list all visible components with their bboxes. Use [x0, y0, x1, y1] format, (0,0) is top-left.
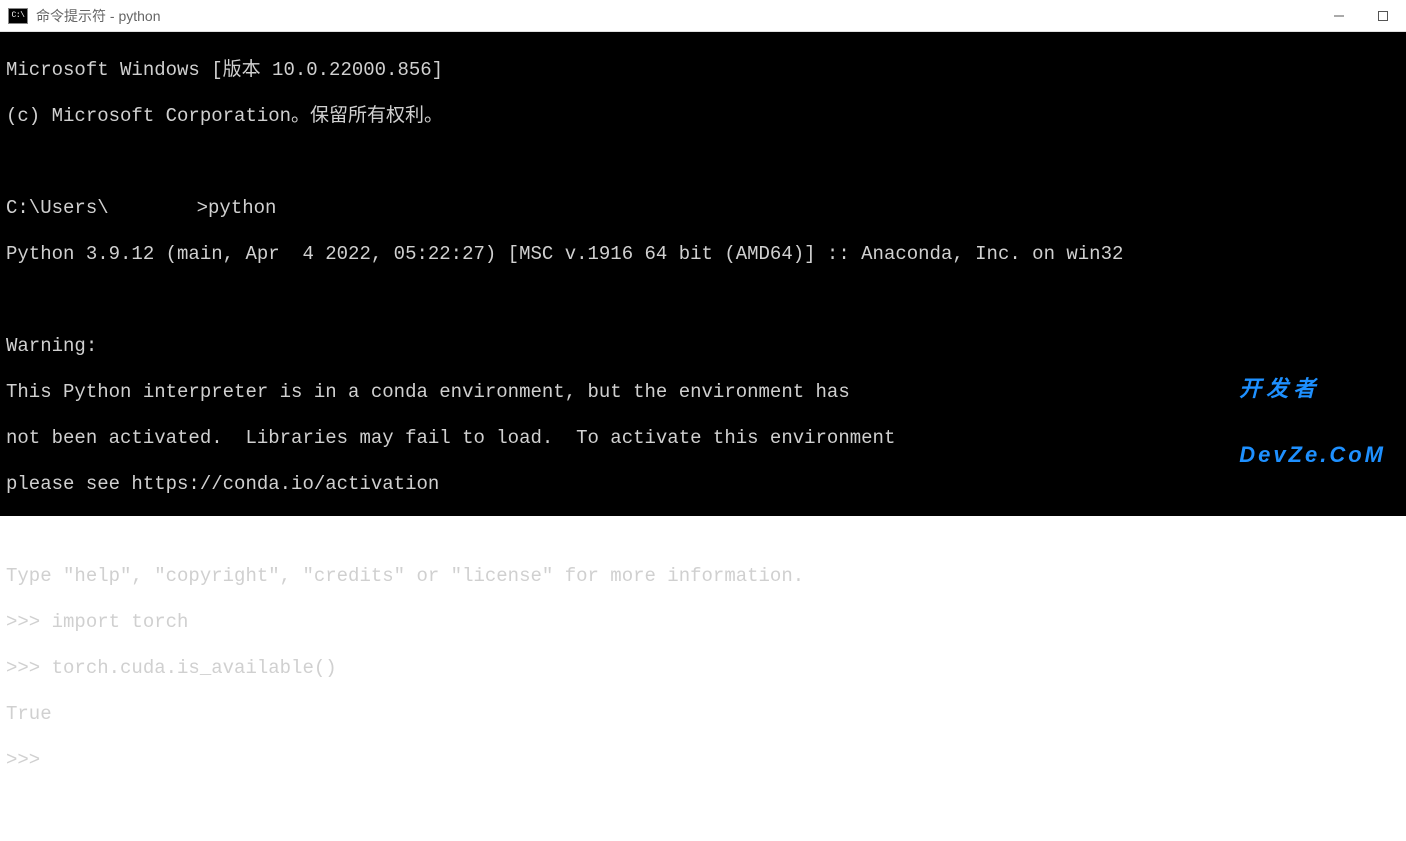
terminal-empty-line: [6, 519, 1400, 542]
terminal-line: Warning:: [6, 335, 1400, 358]
window-titlebar: C:\ 命令提示符 - python: [0, 0, 1406, 32]
watermark: 开发者 DevZe.CoM: [1239, 334, 1386, 510]
terminal-line: please see https://conda.io/activation: [6, 473, 1400, 496]
terminal-line: >>>: [6, 749, 1400, 772]
maximize-button[interactable]: [1376, 9, 1390, 23]
terminal-empty-line: [6, 151, 1400, 174]
terminal-line: Python 3.9.12 (main, Apr 4 2022, 05:22:2…: [6, 243, 1400, 266]
window-title: 命令提示符 - python: [36, 6, 1332, 26]
cmd-icon: C:\: [8, 8, 28, 24]
terminal-output[interactable]: Microsoft Windows [版本 10.0.22000.856] (c…: [0, 32, 1406, 516]
terminal-prompt-line: C:\Users\ >python: [6, 197, 1400, 220]
terminal-line: This Python interpreter is in a conda en…: [6, 381, 1400, 404]
terminal-line: >>> torch.cuda.is_available(): [6, 657, 1400, 680]
window-controls: [1332, 9, 1390, 23]
prompt-command: >python: [197, 197, 277, 219]
minimize-button[interactable]: [1332, 9, 1346, 23]
watermark-line1: 开发者: [1239, 378, 1386, 400]
terminal-empty-line: [6, 289, 1400, 312]
terminal-line: Microsoft Windows [版本 10.0.22000.856]: [6, 59, 1400, 82]
terminal-line: not been activated. Libraries may fail t…: [6, 427, 1400, 450]
watermark-line2: DevZe.CoM: [1239, 444, 1386, 466]
cmd-icon-text: C:\: [12, 11, 25, 20]
terminal-line: >>> import torch: [6, 611, 1400, 634]
terminal-line: Type "help", "copyright", "credits" or "…: [6, 565, 1400, 588]
redacted-username: [109, 198, 197, 216]
terminal-line: (c) Microsoft Corporation。保留所有权利。: [6, 105, 1400, 128]
prompt-path: C:\Users\: [6, 197, 109, 219]
terminal-line: True: [6, 703, 1400, 726]
